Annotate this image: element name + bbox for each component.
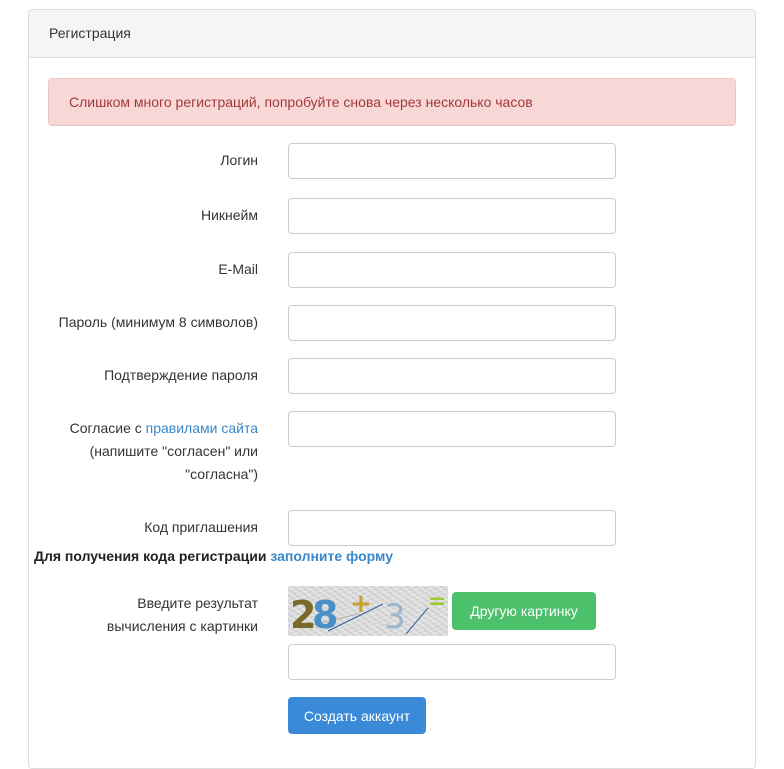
create-account-button[interactable]: Создать аккаунт	[288, 697, 426, 734]
password-input[interactable]	[288, 305, 616, 341]
agreement-label-prefix: Согласие с	[69, 420, 146, 436]
login-input[interactable]	[288, 143, 616, 179]
captcha-image: 2 8 + 3 =	[288, 586, 448, 636]
password-label: Пароль (минимум 8 символов)	[58, 314, 258, 330]
nickname-label: Никнейм	[200, 207, 258, 223]
captcha-equals: =	[428, 589, 446, 614]
invite-note-text: Для получения кода регистрации	[34, 548, 271, 564]
invite-code-input[interactable]	[288, 510, 616, 546]
agreement-label: Согласие с правилами сайта (напишите "со…	[28, 417, 258, 486]
site-rules-link[interactable]: правилами сайта	[146, 420, 258, 436]
password-confirm-input[interactable]	[288, 358, 616, 394]
agreement-label-hint: (напишите "согласен" или "согласна")	[89, 443, 258, 482]
captcha-label: Введите результат вычисления с картинки	[106, 595, 258, 634]
panel-title: Регистрация	[29, 10, 755, 58]
password-confirm-label: Подтверждение пароля	[104, 367, 258, 383]
captcha-plus: +	[350, 589, 372, 619]
fill-form-link[interactable]: заполните форму	[270, 548, 393, 564]
captcha-drawing: 2 8 + 3 =	[290, 589, 446, 636]
nickname-input[interactable]	[288, 198, 616, 234]
agreement-input[interactable]	[288, 411, 616, 447]
invite-code-label: Код приглашения	[144, 519, 258, 535]
invite-note: Для получения кода регистрации заполните…	[34, 548, 393, 564]
refresh-captcha-button[interactable]: Другую картинку	[452, 592, 596, 630]
login-label: Логин	[220, 152, 258, 168]
captcha-answer-input[interactable]	[288, 644, 616, 680]
email-label: E-Mail	[218, 261, 258, 277]
email-input[interactable]	[288, 252, 616, 288]
captcha-digit-8: 8	[312, 593, 338, 636]
error-alert: Слишком много регистраций, попробуйте сн…	[48, 78, 736, 126]
captcha-digit-3: 3	[384, 597, 406, 636]
